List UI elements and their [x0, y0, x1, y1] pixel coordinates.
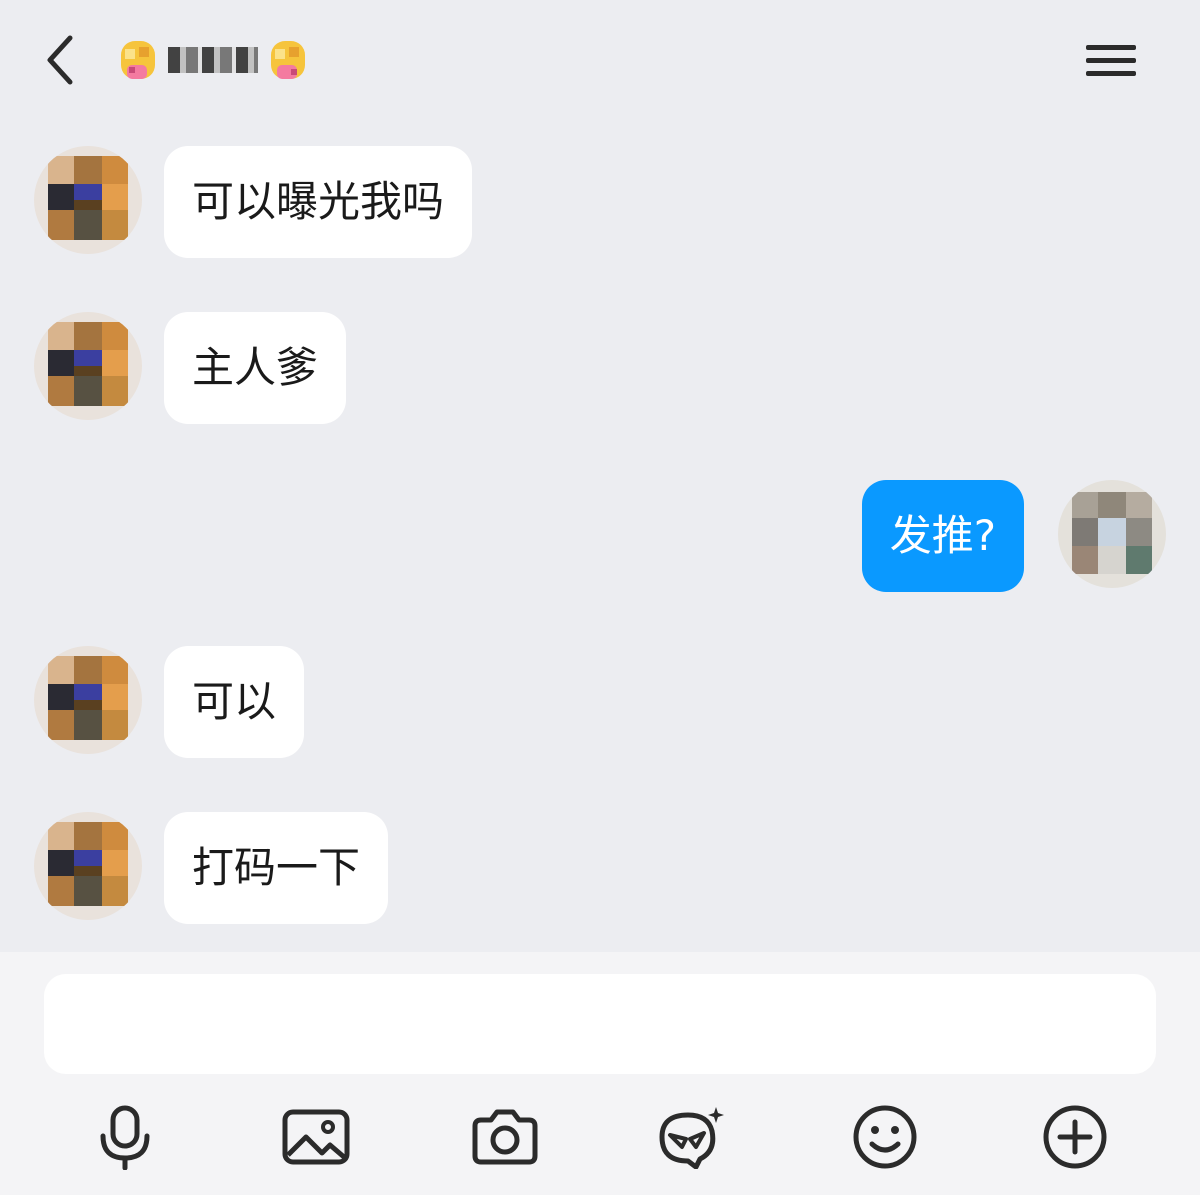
menu-button[interactable]	[1080, 36, 1142, 86]
contact-avatar[interactable]	[34, 646, 142, 754]
contact-avatar[interactable]	[34, 146, 142, 254]
back-button[interactable]	[30, 30, 90, 90]
camera-icon	[472, 1109, 538, 1165]
plus-circle-icon	[1043, 1105, 1107, 1169]
contact-avatar[interactable]	[34, 812, 142, 920]
message-row: 可以曝光我吗	[34, 146, 494, 258]
more-button[interactable]	[1040, 1102, 1110, 1172]
menu-icon	[1086, 45, 1136, 76]
sticker-button[interactable]	[656, 1102, 726, 1172]
message-row: 打码一下	[34, 812, 410, 924]
chat-title[interactable]	[114, 34, 312, 86]
message-row: 主人爹	[34, 312, 368, 424]
chat-header	[0, 0, 1200, 120]
self-avatar[interactable]	[1058, 480, 1166, 588]
sticker-icon	[659, 1107, 724, 1169]
chevron-left-icon	[47, 35, 73, 85]
message-list[interactable]: 可以曝光我吗 主人爹 发推? 可以 打码一下	[0, 120, 1200, 952]
message-input[interactable]	[44, 974, 1156, 1074]
message-bubble[interactable]: 主人爹	[164, 312, 347, 424]
message-row: 发推?	[861, 480, 1166, 592]
chat-title-text	[168, 47, 258, 73]
message-row: 可以	[34, 646, 326, 758]
emoji-button[interactable]	[850, 1102, 920, 1172]
contact-avatar[interactable]	[34, 312, 142, 420]
emoji-icon	[853, 1105, 917, 1169]
image-button[interactable]	[281, 1102, 351, 1172]
composer-area	[0, 952, 1200, 1195]
message-bubble[interactable]: 打码一下	[164, 812, 389, 924]
camera-button[interactable]	[470, 1102, 540, 1172]
message-bubble[interactable]: 可以曝光我吗	[164, 146, 473, 258]
tongue-emoji-icon	[114, 36, 162, 84]
message-bubble-outgoing[interactable]: 发推?	[861, 480, 1024, 592]
voice-button[interactable]	[90, 1102, 160, 1172]
composer-toolbar	[0, 1102, 1200, 1172]
tongue-emoji-icon	[264, 36, 312, 84]
image-icon	[282, 1109, 350, 1165]
message-bubble[interactable]: 可以	[164, 646, 305, 758]
microphone-icon	[100, 1105, 150, 1170]
